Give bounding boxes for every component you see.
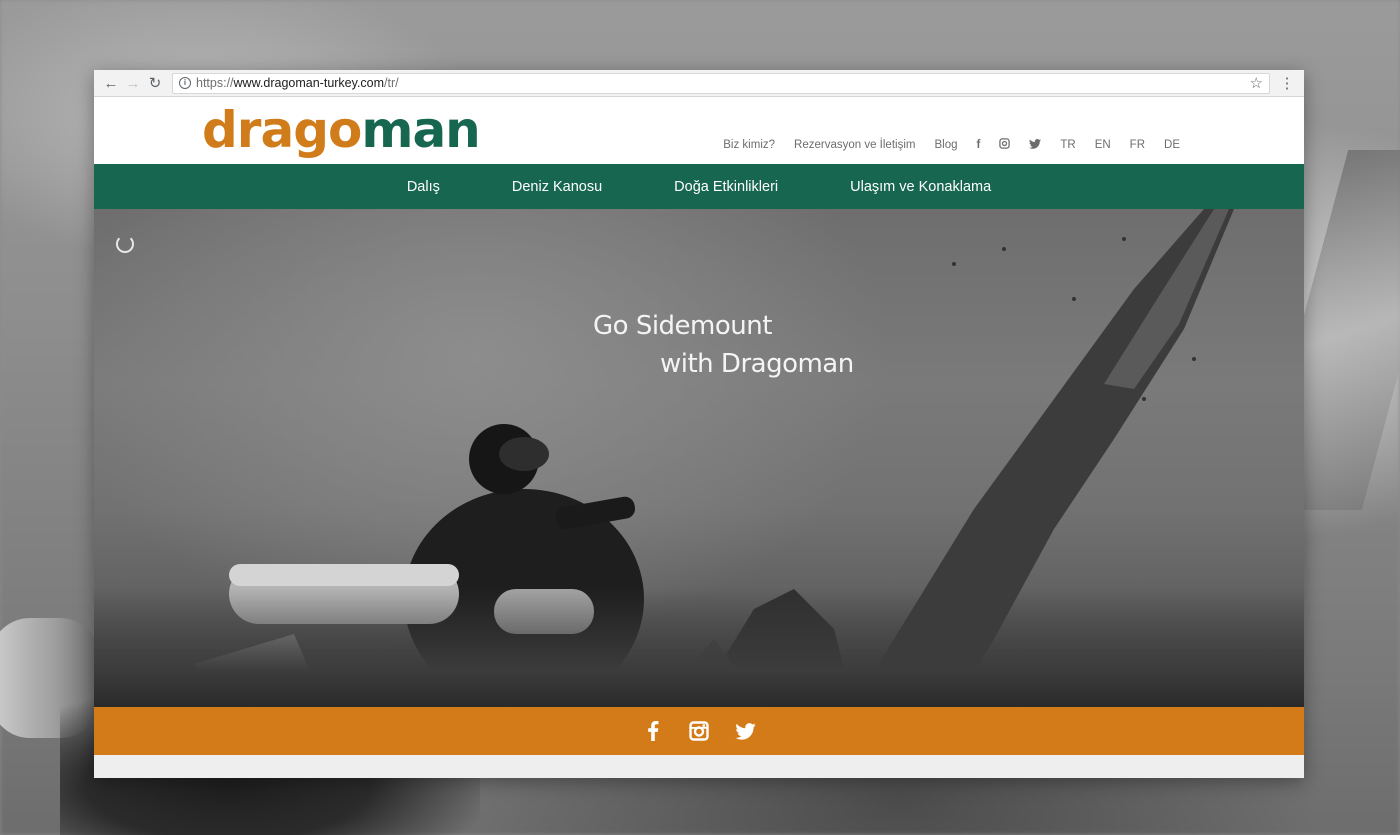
facebook-icon[interactable]: f bbox=[977, 139, 981, 151]
loading-spinner-icon bbox=[116, 235, 134, 253]
lang-en[interactable]: EN bbox=[1095, 139, 1111, 151]
instagram-icon[interactable] bbox=[688, 720, 710, 742]
lang-de[interactable]: DE bbox=[1164, 139, 1180, 151]
url-path: /tr/ bbox=[384, 76, 399, 90]
browser-toolbar: ← → ↻ i https://www.dragoman-turkey.com /… bbox=[94, 70, 1304, 97]
site-logo[interactable]: dragoman bbox=[202, 97, 481, 164]
nav-item-ulasim[interactable]: Ulaşım ve Konaklama bbox=[814, 179, 1027, 195]
url-host: www.dragoman-turkey.com bbox=[233, 76, 385, 90]
nav-item-doga-etkinlikleri[interactable]: Doğa Etkinlikleri bbox=[638, 179, 814, 195]
address-bar[interactable]: i https://www.dragoman-turkey.com/tr/ ☆ bbox=[172, 72, 1270, 94]
top-link-biz-kimiz[interactable]: Biz kimiz? bbox=[723, 139, 775, 151]
facebook-icon[interactable] bbox=[642, 720, 664, 742]
forward-button[interactable]: → bbox=[122, 72, 144, 94]
logo-part-green: man bbox=[361, 101, 480, 159]
hero-seafloor bbox=[94, 587, 1304, 707]
twitter-icon[interactable] bbox=[734, 720, 756, 742]
lang-tr[interactable]: TR bbox=[1060, 139, 1075, 151]
reload-button[interactable]: ↻ bbox=[144, 72, 166, 94]
hero-banner: Go Sidemount with Dragoman bbox=[94, 209, 1304, 707]
nav-item-dalis[interactable]: Dalış bbox=[371, 179, 476, 195]
logo-part-orange: drago bbox=[202, 101, 362, 159]
nav-item-deniz-kanosu[interactable]: Deniz Kanosu bbox=[476, 179, 638, 195]
hero-title-line2: with Dragoman bbox=[660, 349, 854, 379]
top-link-rezervasyon[interactable]: Rezervasyon ve İletişim bbox=[794, 139, 915, 151]
bookmark-star-icon[interactable]: ☆ bbox=[1250, 74, 1263, 92]
instagram-icon[interactable] bbox=[999, 138, 1011, 152]
twitter-icon[interactable] bbox=[1029, 138, 1042, 152]
top-link-blog[interactable]: Blog bbox=[934, 139, 957, 151]
hero-title-line1: Go Sidemount bbox=[593, 311, 772, 341]
page-bottom-strip bbox=[94, 755, 1304, 778]
url-scheme: https:// bbox=[196, 76, 234, 90]
top-links: Biz kimiz? Rezervasyon ve İletişim Blog … bbox=[704, 138, 1180, 152]
back-button[interactable]: ← bbox=[100, 72, 122, 94]
browser-menu-icon[interactable]: ⋮ bbox=[1276, 74, 1298, 92]
browser-window: ← → ↻ i https://www.dragoman-turkey.com /… bbox=[94, 70, 1304, 778]
site-header: dragoman Biz kimiz? Rezervasyon ve İleti… bbox=[94, 97, 1304, 164]
social-bar bbox=[94, 707, 1304, 755]
lang-fr[interactable]: FR bbox=[1130, 139, 1145, 151]
main-nav: Dalış Deniz Kanosu Doğa Etkinlikleri Ula… bbox=[94, 164, 1304, 209]
info-icon[interactable]: i bbox=[179, 77, 191, 89]
